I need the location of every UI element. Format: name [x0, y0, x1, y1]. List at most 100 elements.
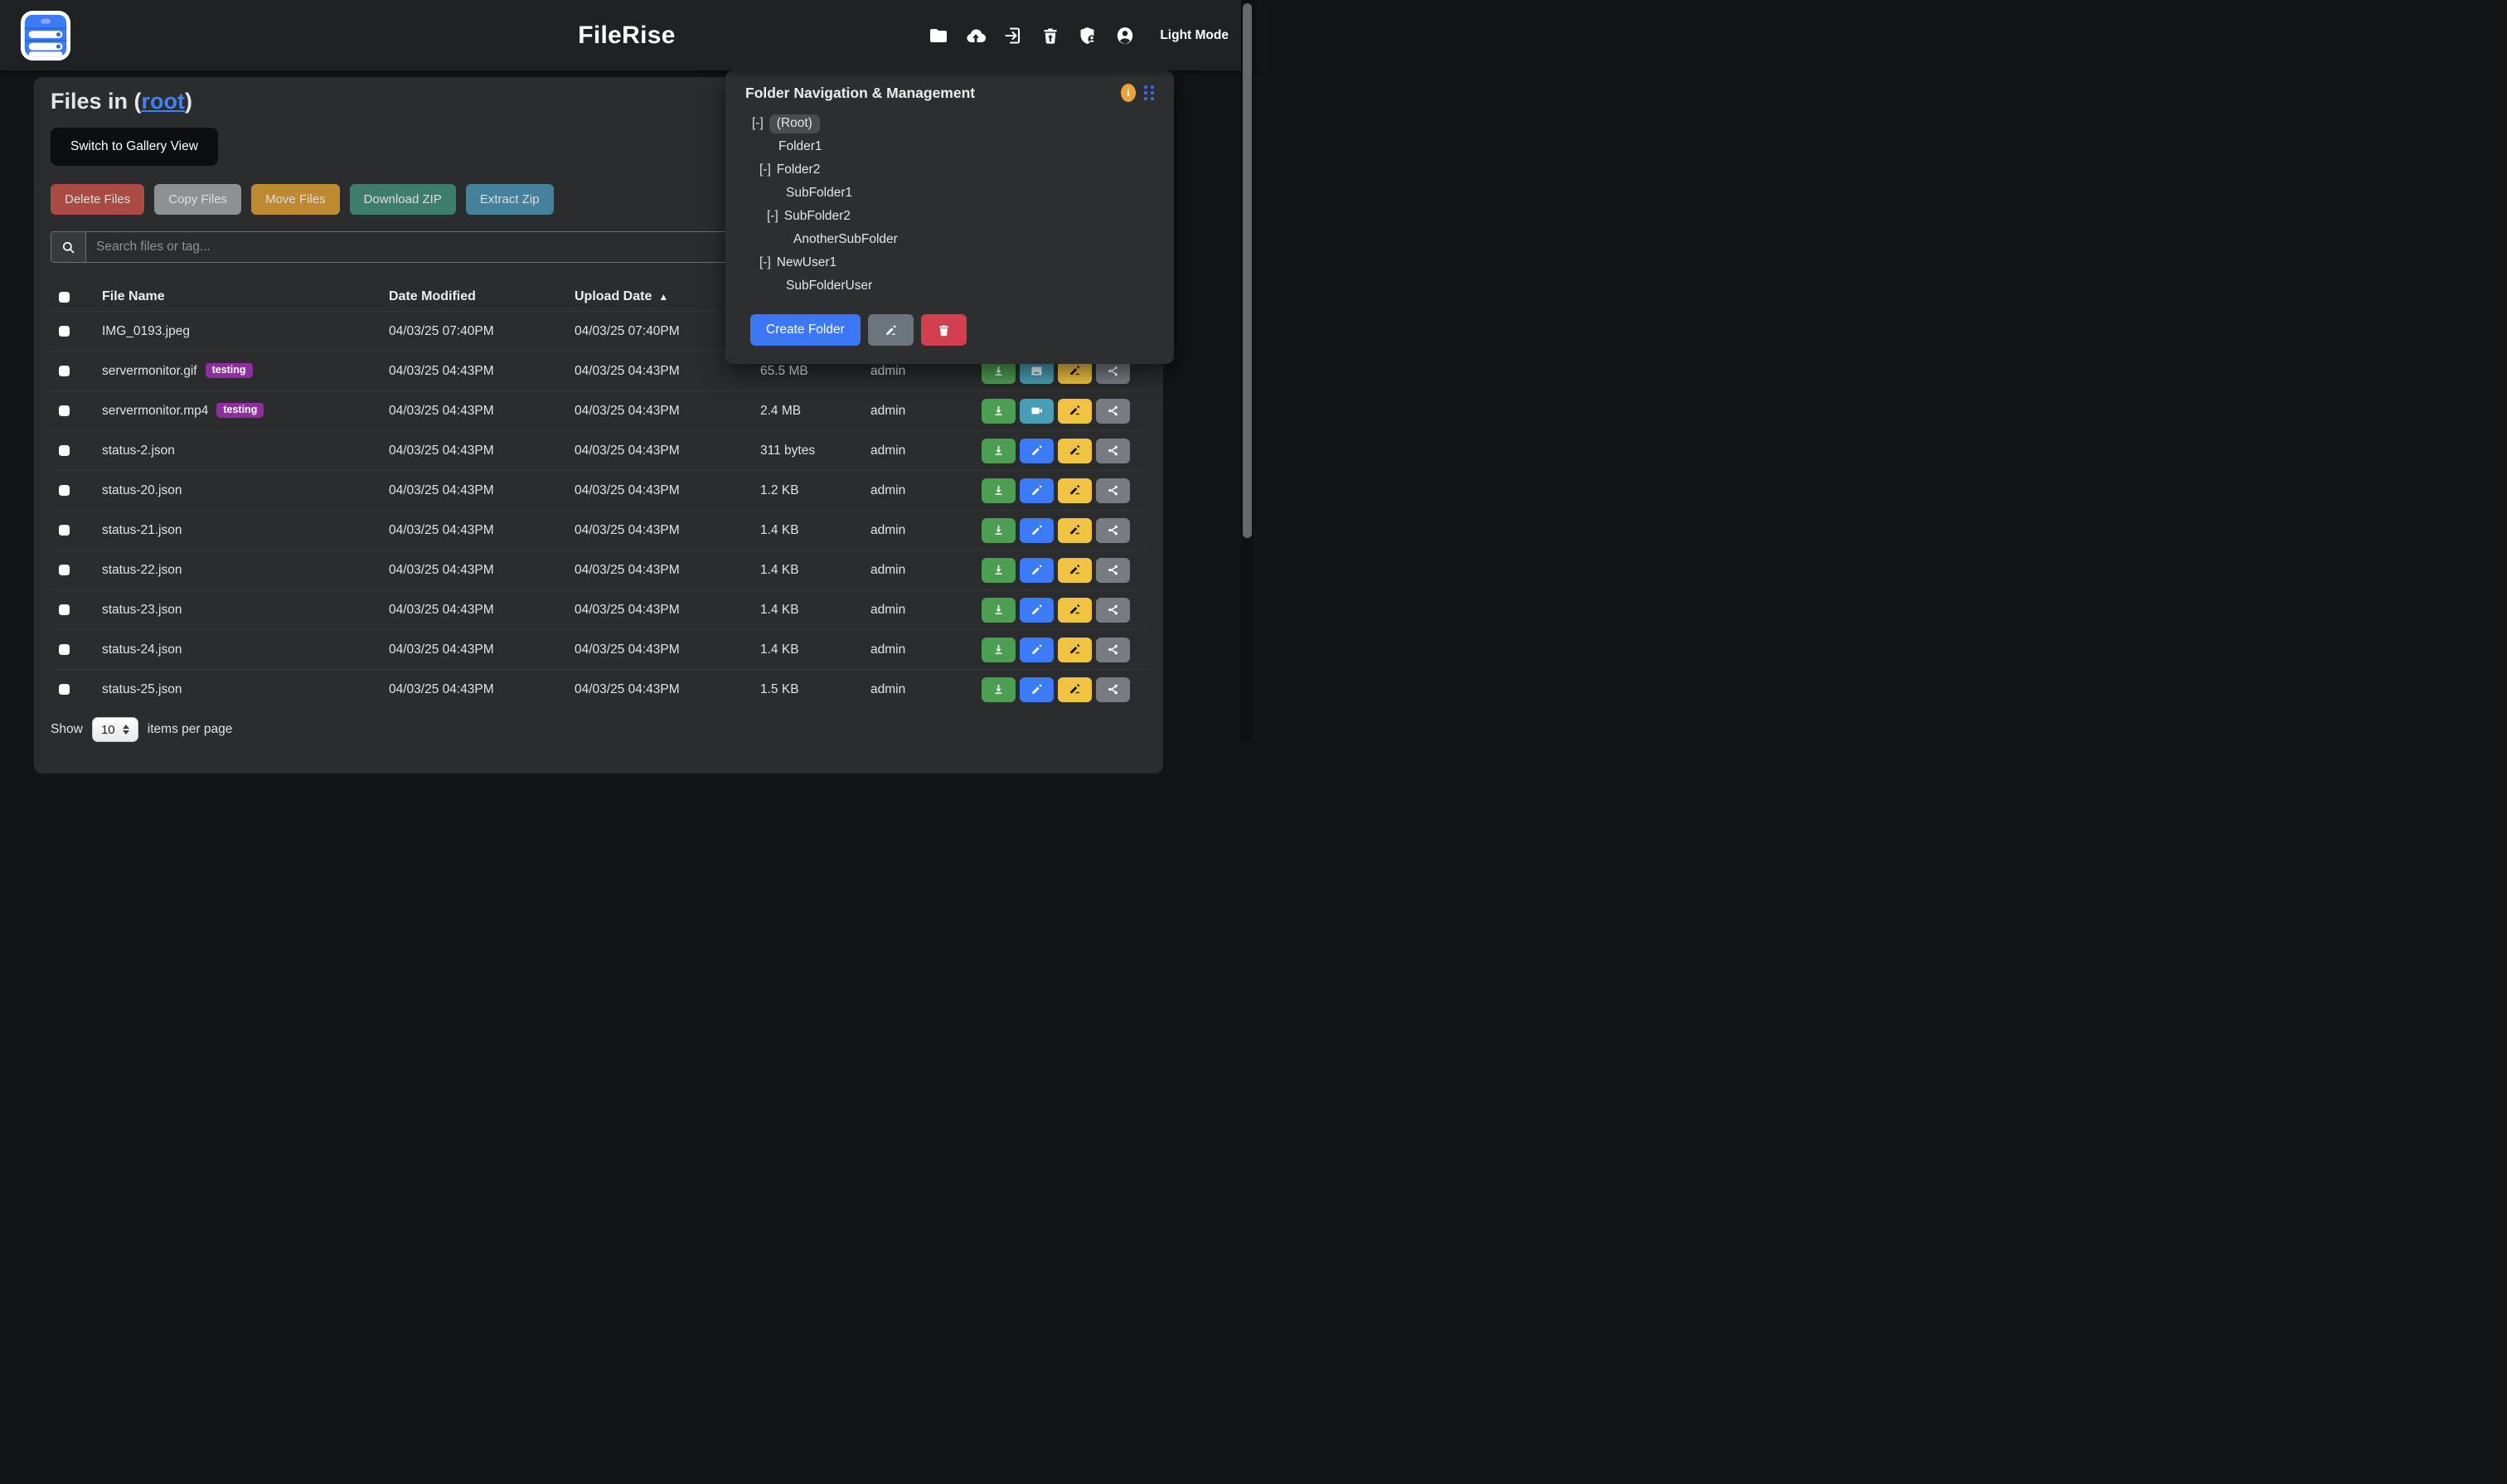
date-modified: 04/03/25 04:43PM [379, 682, 565, 697]
share-button[interactable] [1096, 558, 1130, 583]
rename-button[interactable] [1058, 399, 1092, 424]
row-checkbox[interactable] [59, 445, 70, 456]
copy-files-button[interactable]: Copy Files [154, 184, 241, 215]
download-button[interactable] [982, 677, 1016, 702]
download-button[interactable] [982, 598, 1016, 623]
collapse-toggle[interactable]: [-] [752, 116, 764, 131]
row-checkbox[interactable] [59, 525, 70, 536]
switch-gallery-view-button[interactable]: Switch to Gallery View [51, 128, 218, 166]
move-files-button[interactable]: Move Files [251, 184, 340, 215]
row-checkbox[interactable] [59, 565, 70, 575]
share-button[interactable] [1096, 638, 1130, 662]
folder-tree: [-] (Root) Folder1 [-] Folder2 SubFolder… [745, 112, 1154, 298]
rename-button[interactable] [1058, 598, 1092, 623]
folder-tree-item[interactable]: [-] SubFolder2 [745, 205, 1154, 228]
folder-tree-item[interactable]: [-] (Root) [745, 112, 1154, 135]
folder-label: AnotherSubFolder [793, 232, 898, 247]
items-per-page-select[interactable]: 10 [92, 717, 138, 742]
rename-folder-button[interactable] [868, 314, 914, 346]
share-button[interactable] [1096, 677, 1130, 702]
shield-user-icon[interactable] [1077, 25, 1098, 46]
download-button[interactable] [982, 439, 1016, 463]
folder-tree-item[interactable]: [-] NewUser1 [745, 251, 1154, 274]
folder-label: SubFolder1 [786, 186, 852, 201]
table-row: status-25.json 04/03/25 04:43PM 04/03/25… [51, 669, 1147, 709]
cloud-upload-icon[interactable] [965, 25, 987, 46]
share-button[interactable] [1096, 598, 1130, 623]
light-mode-toggle[interactable]: Light Mode [1160, 28, 1229, 43]
file-name: servermonitor.gif [102, 364, 197, 379]
collapse-toggle[interactable]: [-] [759, 162, 771, 177]
column-header-upload-date[interactable]: Upload Date▲ [565, 289, 750, 304]
account-icon[interactable] [1114, 25, 1136, 46]
search-input[interactable] [86, 232, 728, 262]
date-modified: 04/03/25 04:43PM [379, 364, 565, 379]
download-button[interactable] [982, 558, 1016, 583]
share-button[interactable] [1096, 478, 1130, 503]
download-button[interactable] [982, 638, 1016, 662]
edit-file-button[interactable] [1020, 518, 1054, 543]
row-checkbox[interactable] [59, 644, 70, 655]
rename-button[interactable] [1058, 677, 1092, 702]
edit-file-button[interactable] [1020, 598, 1054, 623]
uploader: admin [861, 444, 970, 458]
rename-button[interactable] [1058, 478, 1092, 503]
delete-files-button[interactable]: Delete Files [51, 184, 144, 215]
folder-label: SubFolder2 [784, 209, 851, 224]
search-icon[interactable] [51, 232, 86, 262]
folder-tree-item[interactable]: [-] Folder2 [745, 158, 1154, 182]
edit-file-button[interactable] [1020, 558, 1054, 583]
upload-date: 04/03/25 07:40PM [565, 324, 750, 339]
uploader: admin [861, 404, 970, 419]
row-checkbox[interactable] [59, 485, 70, 496]
rename-button[interactable] [1058, 558, 1092, 583]
row-actions [972, 558, 1130, 583]
app-header: FileRise Light Mode [0, 0, 1254, 70]
edit-file-button[interactable] [1020, 478, 1054, 503]
share-button[interactable] [1096, 399, 1130, 424]
drag-handle-icon[interactable] [1144, 85, 1154, 100]
info-icon[interactable]: i [1121, 84, 1136, 102]
edit-file-button[interactable] [1020, 439, 1054, 463]
row-checkbox[interactable] [59, 604, 70, 615]
download-button[interactable] [982, 399, 1016, 424]
share-button[interactable] [1096, 518, 1130, 543]
date-modified: 04/03/25 07:40PM [379, 324, 565, 339]
file-size: 311 bytes [750, 444, 861, 458]
upload-date: 04/03/25 04:43PM [565, 603, 750, 618]
column-header-date-modified[interactable]: Date Modified [379, 289, 565, 304]
folder-tree-item[interactable]: Folder1 [745, 135, 1154, 158]
folder-tree-item[interactable]: AnotherSubFolder [745, 228, 1154, 251]
folder-icon[interactable] [928, 25, 949, 46]
edit-file-button[interactable] [1020, 677, 1054, 702]
scrollbar-thumb[interactable] [1243, 3, 1252, 538]
download-button[interactable] [982, 518, 1016, 543]
folder-tree-item[interactable]: SubFolder1 [745, 182, 1154, 205]
rename-button[interactable] [1058, 439, 1092, 463]
folder-tree-item[interactable]: SubFolderUser [745, 274, 1154, 298]
heading-suffix: ) [185, 89, 192, 114]
root-folder-link[interactable]: root [142, 89, 185, 114]
upload-date: 04/03/25 04:43PM [565, 364, 750, 379]
logout-icon[interactable] [1002, 25, 1024, 46]
share-button[interactable] [1096, 439, 1130, 463]
row-checkbox[interactable] [59, 684, 70, 695]
trash-restore-icon[interactable] [1040, 25, 1061, 46]
delete-folder-button[interactable] [921, 314, 967, 346]
extract-zip-button[interactable]: Extract Zip [466, 184, 554, 215]
rename-button[interactable] [1058, 638, 1092, 662]
column-header-file-name[interactable]: File Name [92, 289, 379, 304]
row-checkbox[interactable] [59, 366, 70, 376]
download-zip-button[interactable]: Download ZIP [350, 184, 456, 215]
preview-video-button[interactable] [1020, 399, 1054, 424]
upload-date: 04/03/25 04:43PM [565, 444, 750, 458]
create-folder-button[interactable]: Create Folder [750, 314, 861, 346]
row-checkbox[interactable] [59, 326, 70, 337]
edit-file-button[interactable] [1020, 638, 1054, 662]
row-checkbox[interactable] [59, 405, 70, 416]
rename-button[interactable] [1058, 518, 1092, 543]
collapse-toggle[interactable]: [-] [767, 209, 778, 224]
select-all-checkbox[interactable] [59, 292, 70, 303]
collapse-toggle[interactable]: [-] [759, 255, 771, 270]
download-button[interactable] [982, 478, 1016, 503]
